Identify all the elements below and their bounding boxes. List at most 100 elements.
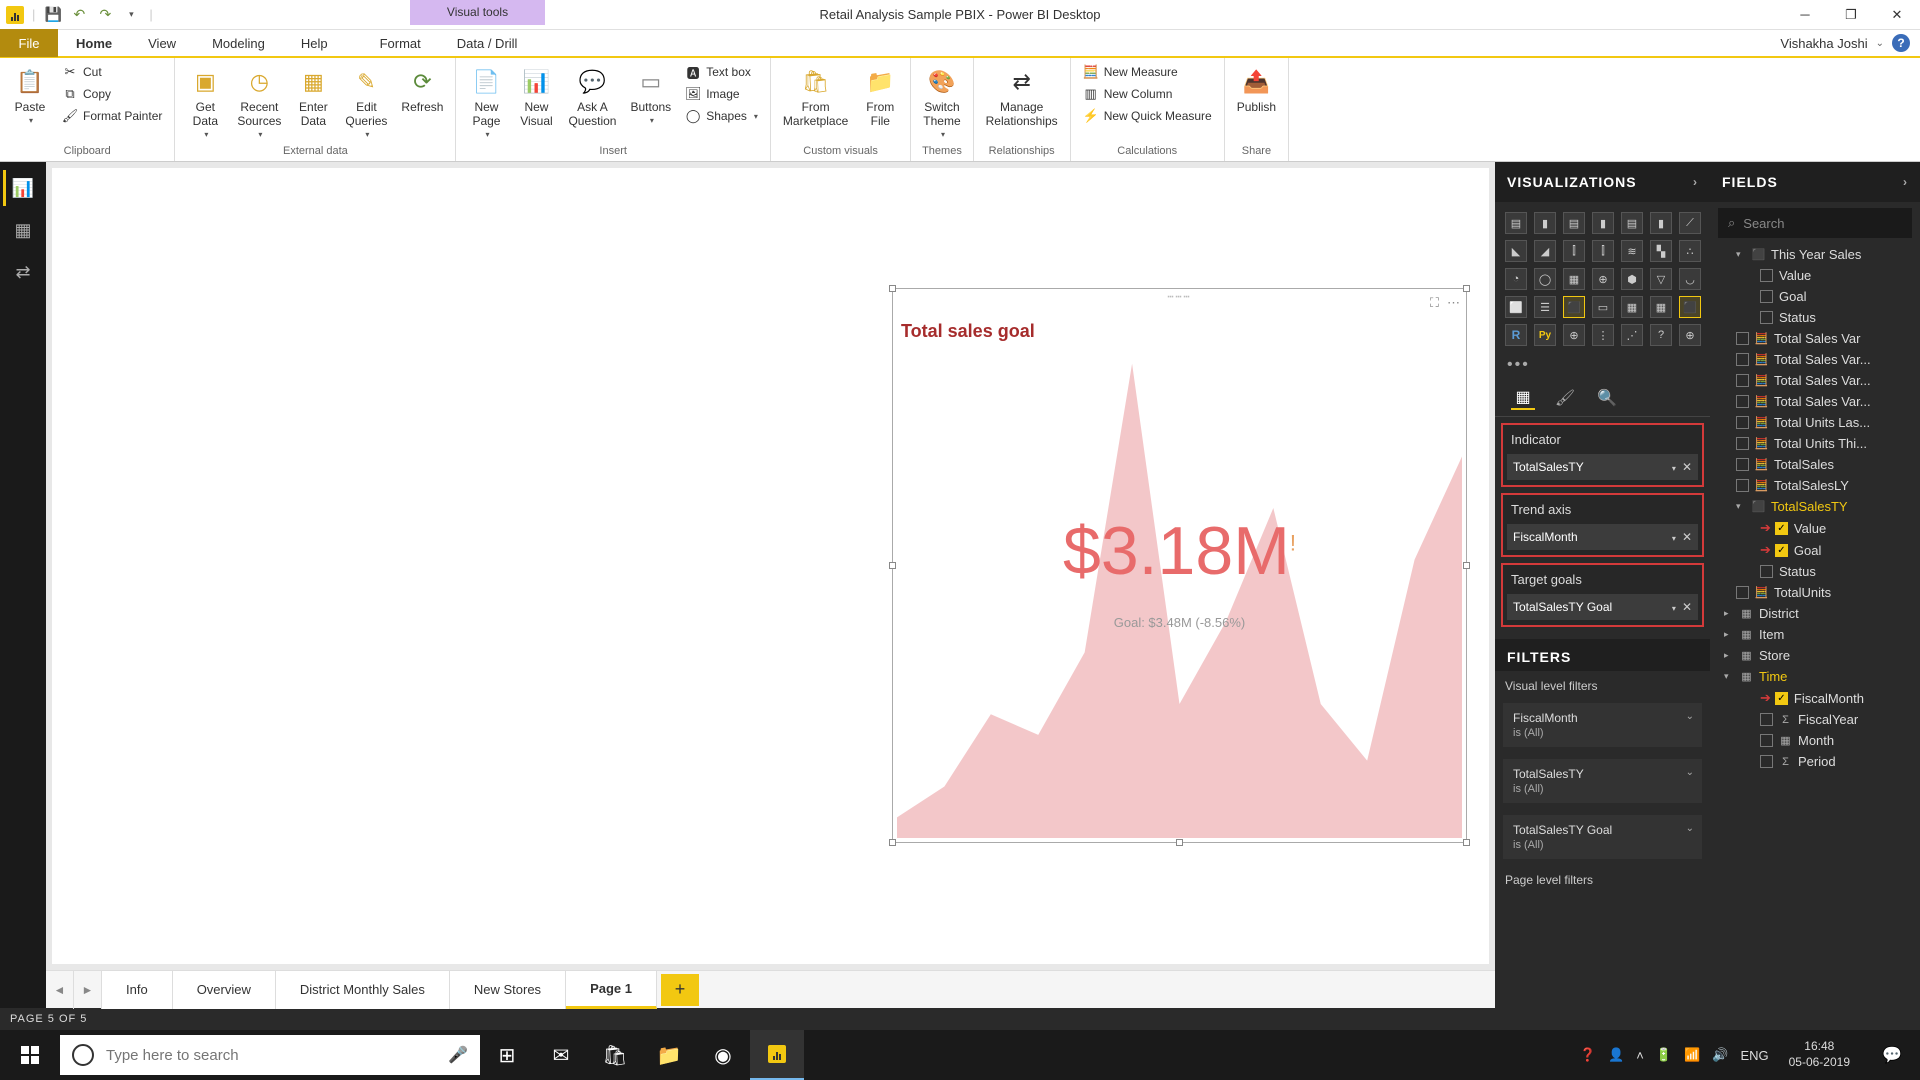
field-tys-goal[interactable]: Goal xyxy=(1710,286,1920,307)
tab-home[interactable]: Home xyxy=(58,29,130,57)
visualizations-header[interactable]: VISUALIZATIONS› xyxy=(1495,162,1710,202)
tray-volume-icon[interactable]: 🔊 xyxy=(1712,1047,1728,1063)
tab-data-drill[interactable]: Data / Drill xyxy=(439,29,536,57)
viz-clustered-column-icon[interactable]: ▮ xyxy=(1592,212,1614,234)
field-totalsales[interactable]: 🧮TotalSales xyxy=(1710,454,1920,475)
field-total-sales-var3[interactable]: 🧮Total Sales Var... xyxy=(1710,391,1920,412)
new-visual-button[interactable]: 📊New Visual xyxy=(512,62,560,132)
tab-help[interactable]: Help xyxy=(283,29,346,57)
tray-chevron-up-icon[interactable]: ˄ xyxy=(1636,1048,1644,1063)
well-trend-chip[interactable]: FiscalMonth▾✕ xyxy=(1507,524,1698,550)
page-nav-prev-icon[interactable]: ◄ xyxy=(46,971,74,1009)
edit-queries-button[interactable]: ✎Edit Queries▾ xyxy=(339,62,393,143)
viz-globe-icon[interactable]: ⊕ xyxy=(1679,324,1701,346)
redo-icon[interactable]: ↷ xyxy=(95,5,115,25)
qat-dropdown-icon[interactable]: ▾ xyxy=(121,5,141,25)
field-tsty-status[interactable]: Status xyxy=(1710,561,1920,582)
viz-selected-icon[interactable]: ⬛ xyxy=(1679,296,1701,318)
new-measure-button[interactable]: 🧮New Measure xyxy=(1077,62,1218,82)
page-nav-next-icon[interactable]: ► xyxy=(74,971,102,1009)
table-item[interactable]: ▸▦Item xyxy=(1710,624,1920,645)
report-canvas[interactable]: ┅┅┅ ⛶ ⋯ Total sales goal $3.18M! Goal: $… xyxy=(52,168,1489,964)
tray-clock[interactable]: 16:4805-06-2019 xyxy=(1781,1039,1858,1070)
from-file-button[interactable]: 📁From File xyxy=(856,62,904,132)
cut-button[interactable]: ✂Cut xyxy=(56,62,168,82)
viz-card-icon[interactable]: ⬜ xyxy=(1505,296,1527,318)
drag-handle-icon[interactable]: ┅┅┅ xyxy=(1167,292,1191,303)
field-tsty-goal[interactable]: ➔✓Goal xyxy=(1710,539,1920,561)
tab-view[interactable]: View xyxy=(130,29,194,57)
undo-icon[interactable]: ↶ xyxy=(69,5,89,25)
well-target-chip[interactable]: TotalSalesTY Goal▾✕ xyxy=(1507,594,1698,620)
image-button[interactable]: 🖼Image xyxy=(679,84,764,104)
analytics-tab-icon[interactable]: 🔍 xyxy=(1595,386,1619,410)
enter-data-button[interactable]: ▦Enter Data xyxy=(289,62,337,132)
tray-wifi-icon[interactable]: 📶 xyxy=(1684,1047,1700,1063)
viz-r-icon[interactable]: R xyxy=(1505,324,1527,346)
viz-clustered-bar-icon[interactable]: ▤ xyxy=(1563,212,1585,234)
viz-treemap-icon[interactable]: ▦ xyxy=(1563,268,1585,290)
viz-map-icon[interactable]: ⊕ xyxy=(1592,268,1614,290)
well-indicator-chip[interactable]: TotalSalesTY▾✕ xyxy=(1507,454,1698,480)
viz-multirow-icon[interactable]: ☰ xyxy=(1534,296,1556,318)
viz-100-col-icon[interactable]: ▮ xyxy=(1650,212,1672,234)
tray-notifications-icon[interactable]: 💬 xyxy=(1870,1030,1914,1080)
field-tsty-value[interactable]: ➔✓Value xyxy=(1710,517,1920,539)
viz-table-icon[interactable]: ▦ xyxy=(1621,296,1643,318)
field-fiscalmonth[interactable]: ➔✓FiscalMonth xyxy=(1710,687,1920,709)
viz-stacked-area-icon[interactable]: ◢ xyxy=(1534,240,1556,262)
format-tab-icon[interactable]: 🖌 xyxy=(1553,386,1577,410)
new-page-button[interactable]: 📄New Page▾ xyxy=(462,62,510,143)
report-view-button[interactable]: 📊 xyxy=(3,170,43,206)
help-icon[interactable]: ? xyxy=(1892,34,1910,52)
field-totalsalesly[interactable]: 🧮TotalSalesLY xyxy=(1710,475,1920,496)
viz-python-icon[interactable]: Py xyxy=(1534,324,1556,346)
viz-matrix-icon[interactable]: ▦ xyxy=(1650,296,1672,318)
viz-decomp-icon[interactable]: ⋰ xyxy=(1621,324,1643,346)
viz-key-influencers-icon[interactable]: ⋮ xyxy=(1592,324,1614,346)
page-tab-overview[interactable]: Overview xyxy=(173,971,276,1009)
viz-funnel-icon[interactable]: ▽ xyxy=(1650,268,1672,290)
field-period[interactable]: ΣPeriod xyxy=(1710,751,1920,772)
focus-mode-icon[interactable]: ⛶ xyxy=(1430,295,1439,311)
ask-question-button[interactable]: 💬Ask A Question xyxy=(562,62,622,132)
page-tab-info[interactable]: Info xyxy=(102,971,173,1009)
save-icon[interactable]: 💾 xyxy=(43,5,63,25)
tray-language[interactable]: ENG xyxy=(1740,1048,1768,1063)
taskbar-chrome-icon[interactable]: ◉ xyxy=(696,1030,750,1080)
tab-format[interactable]: Format xyxy=(362,29,439,57)
well-target-goals[interactable]: Target goals TotalSalesTY Goal▾✕ xyxy=(1501,563,1704,627)
recent-sources-button[interactable]: ◷Recent Sources▾ xyxy=(231,62,287,143)
table-time[interactable]: ▾▦Time xyxy=(1710,666,1920,687)
add-page-button[interactable]: + xyxy=(661,974,699,1006)
viz-gauge-icon[interactable]: ◡ xyxy=(1679,268,1701,290)
well-trend-axis[interactable]: Trend axis FiscalMonth▾✕ xyxy=(1501,493,1704,557)
viz-stacked-bar-icon[interactable]: ▤ xyxy=(1505,212,1527,234)
viz-more-icon[interactable]: ••• xyxy=(1495,352,1710,378)
tray-help-icon[interactable]: ❓ xyxy=(1580,1047,1596,1063)
text-box-button[interactable]: 🅰Text box xyxy=(679,62,764,82)
viz-slicer-icon[interactable]: ▭ xyxy=(1592,296,1614,318)
taskbar-explorer-icon[interactable]: 📁 xyxy=(642,1030,696,1080)
page-tab-page1[interactable]: Page 1 xyxy=(566,971,657,1009)
data-view-button[interactable]: ▦ xyxy=(3,212,43,248)
visual-tools-contextual-tab[interactable]: Visual tools xyxy=(410,0,545,25)
start-button[interactable] xyxy=(0,1030,60,1080)
field-month[interactable]: ▦Month xyxy=(1710,730,1920,751)
field-total-sales-var2[interactable]: 🧮Total Sales Var... xyxy=(1710,370,1920,391)
kpi-visual[interactable]: ┅┅┅ ⛶ ⋯ Total sales goal $3.18M! Goal: $… xyxy=(892,288,1467,843)
task-view-icon[interactable]: ⊞ xyxy=(480,1030,534,1080)
tab-file[interactable]: File xyxy=(0,29,58,57)
field-total-units-last[interactable]: 🧮Total Units Las... xyxy=(1710,412,1920,433)
remove-trend-icon[interactable]: ✕ xyxy=(1682,530,1692,544)
window-close-icon[interactable]: ✕ xyxy=(1874,0,1920,30)
viz-donut-icon[interactable]: ◯ xyxy=(1534,268,1556,290)
viz-waterfall-icon[interactable]: ▚ xyxy=(1650,240,1672,262)
viz-pie-icon[interactable]: ◔ xyxy=(1505,268,1527,290)
new-column-button[interactable]: ▥New Column xyxy=(1077,84,1218,104)
field-totalunits[interactable]: 🧮TotalUnits xyxy=(1710,582,1920,603)
shapes-button[interactable]: ◯Shapes▾ xyxy=(679,106,764,126)
refresh-button[interactable]: ⟳Refresh xyxy=(395,62,449,118)
format-painter-button[interactable]: 🖌Format Painter xyxy=(56,106,168,126)
new-quick-measure-button[interactable]: ⚡New Quick Measure xyxy=(1077,106,1218,126)
